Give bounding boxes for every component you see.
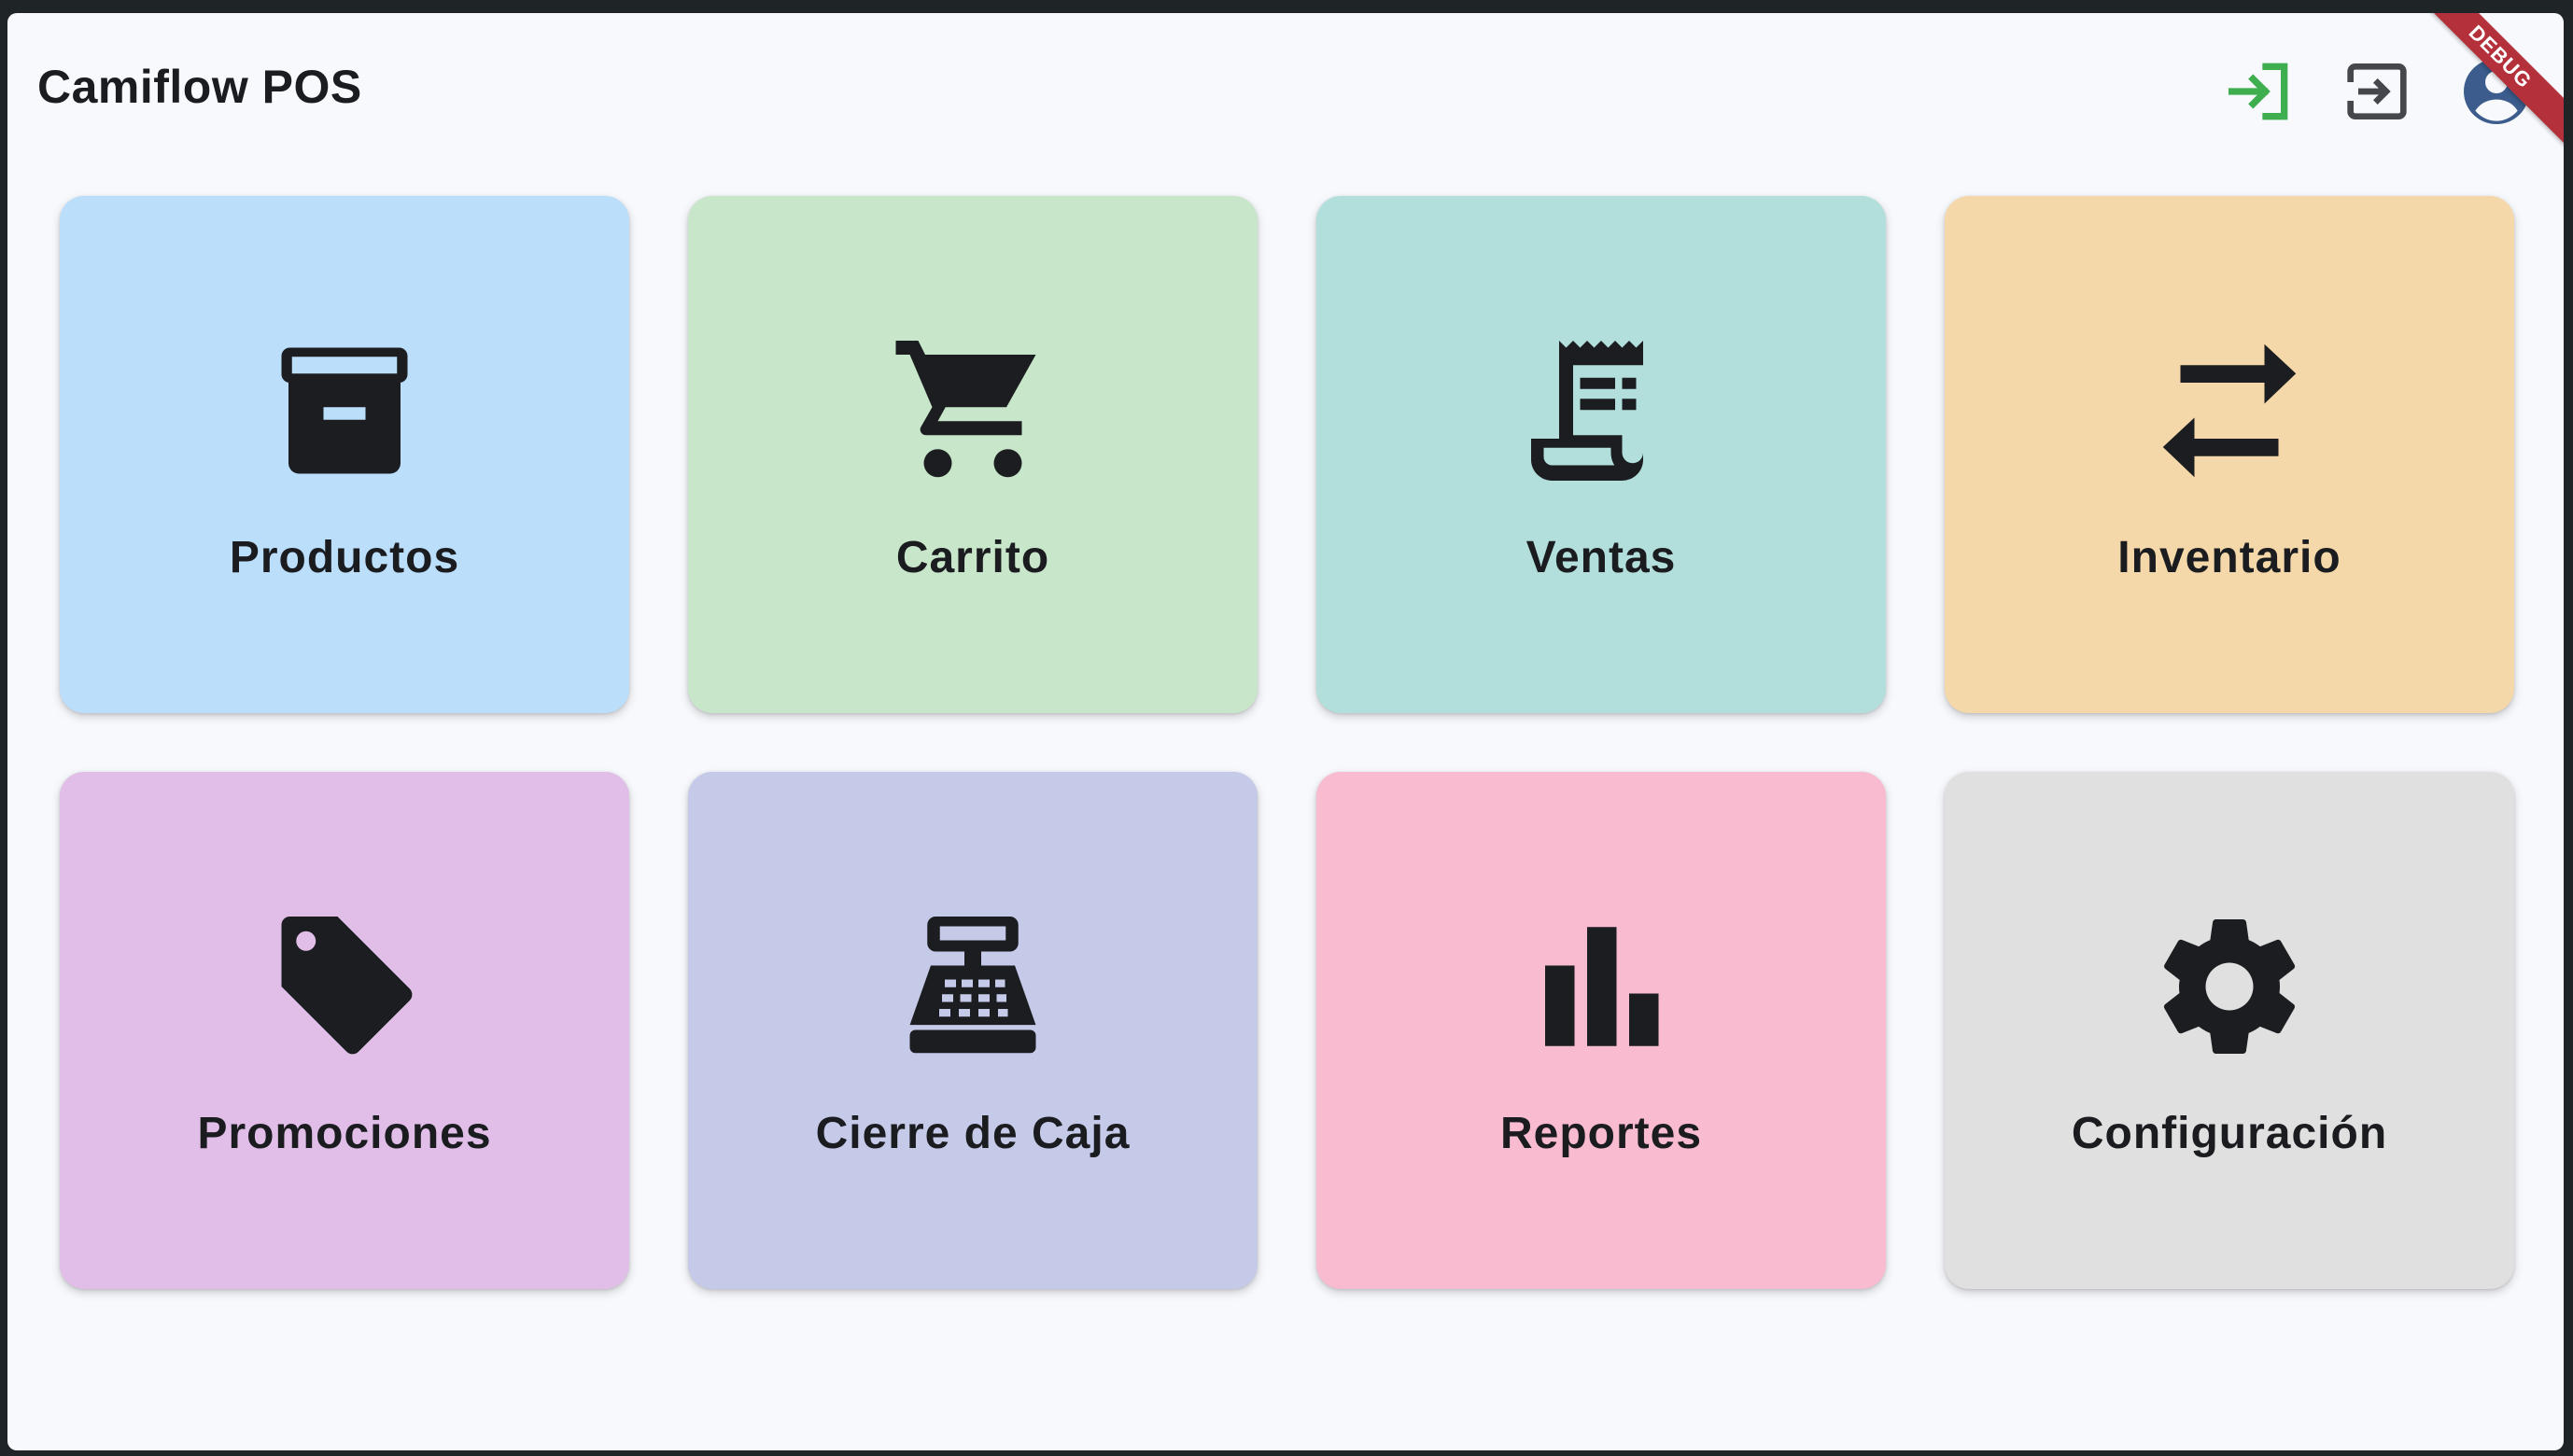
- tile-label: Inventario: [2117, 533, 2341, 582]
- app-title: Camiflow POS: [37, 61, 362, 113]
- app-window: Camiflow POS DEBUG Productos Carrito Ven…: [7, 13, 2564, 1450]
- bar-chart-icon: [1517, 903, 1685, 1071]
- tile-inventario[interactable]: Inventario: [1945, 196, 2514, 713]
- tile-label: Ventas: [1526, 533, 1677, 582]
- tile-promociones[interactable]: Promociones: [60, 772, 629, 1289]
- tile-cierre-de-caja[interactable]: Cierre de Caja: [688, 772, 1258, 1289]
- cash-register-icon: [889, 903, 1057, 1071]
- archive-box-icon: [260, 327, 429, 495]
- tile-label: Cierre de Caja: [815, 1109, 1131, 1158]
- tile-label: Configuración: [2071, 1109, 2388, 1158]
- exit-to-app-icon: [2345, 63, 2407, 119]
- tile-label: Reportes: [1499, 1109, 1703, 1158]
- login-button[interactable]: [2214, 47, 2304, 136]
- tile-label: Carrito: [895, 533, 1050, 582]
- logout-button[interactable]: [2332, 47, 2422, 136]
- login-icon: [2229, 63, 2288, 120]
- tile-productos[interactable]: Productos: [60, 196, 629, 713]
- tile-configuracion[interactable]: Configuración: [1945, 772, 2514, 1289]
- tile-label: Promociones: [197, 1109, 492, 1158]
- shopping-cart-icon: [889, 327, 1057, 495]
- tile-reportes[interactable]: Reportes: [1316, 772, 1886, 1289]
- tile-ventas[interactable]: Ventas: [1316, 196, 1886, 713]
- swap-arrows-icon: [2145, 327, 2313, 495]
- receipt-icon: [1517, 327, 1685, 495]
- app-bar: Camiflow POS DEBUG: [7, 13, 2564, 154]
- menu-grid: Productos Carrito Ventas Inventario Prom…: [60, 196, 2514, 1289]
- tag-icon: [260, 903, 429, 1071]
- tile-label: Productos: [229, 533, 460, 582]
- tile-carrito[interactable]: Carrito: [688, 196, 1258, 713]
- gear-icon: [2145, 903, 2313, 1071]
